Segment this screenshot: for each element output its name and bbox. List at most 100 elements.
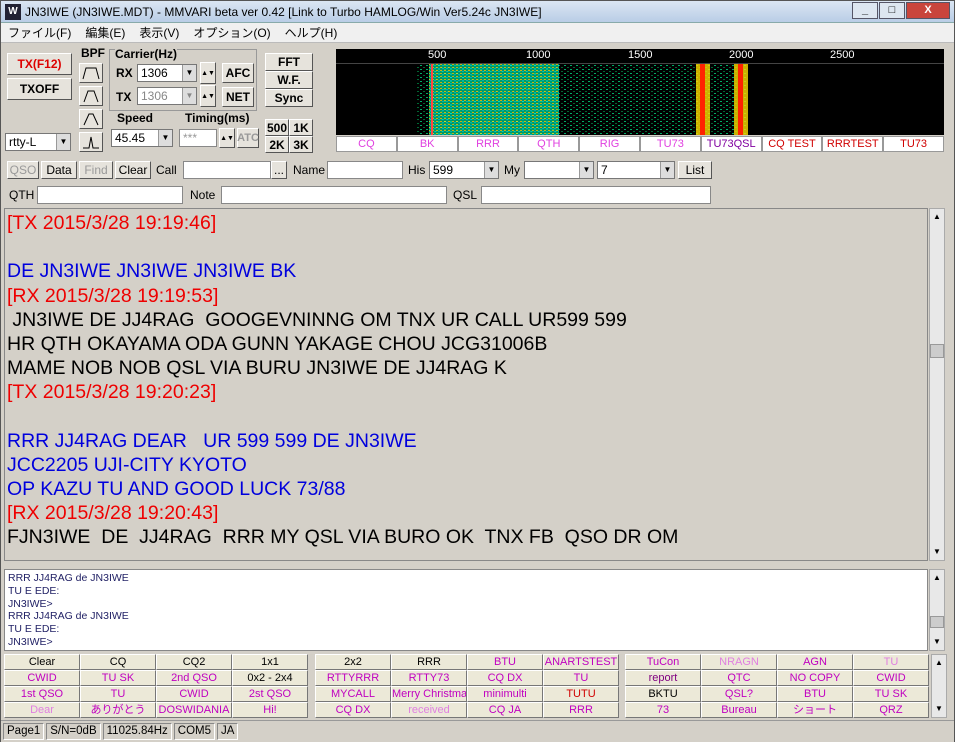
menu-options[interactable]: オプション(O)	[186, 24, 277, 41]
bpf-narrow-button[interactable]	[79, 109, 103, 129]
macro-button[interactable]: RRR	[391, 654, 467, 670]
scroll-thumb[interactable]	[930, 616, 944, 628]
scroll-up-icon[interactable]: ▲	[930, 209, 944, 225]
macro-button[interactable]: MYCALL	[315, 686, 391, 702]
chevron-down-icon[interactable]: ▼	[660, 162, 674, 178]
fft-button[interactable]: FFT	[265, 53, 313, 71]
macro-button[interactable]: BKTU	[625, 686, 701, 702]
receive-text-window[interactable]: [TX 2015/3/28 19:19:46] DE JN3IWE JN3IWE …	[4, 208, 928, 561]
macro-button[interactable]: ありがとう	[80, 702, 156, 718]
scroll-up-icon[interactable]: ▲	[932, 655, 946, 671]
macro-button[interactable]: TU	[80, 686, 156, 702]
afc-button[interactable]: AFC	[222, 63, 254, 83]
macro-button[interactable]: TUTU	[543, 686, 619, 702]
spectrum-macro-button[interactable]: TU73	[883, 136, 944, 152]
menu-edit[interactable]: 編集(E)	[78, 24, 132, 41]
span-2k-button[interactable]: 2K	[265, 136, 289, 153]
macro-button[interactable]: TU	[853, 654, 929, 670]
macro-button[interactable]: TU SK	[853, 686, 929, 702]
span-500-button[interactable]: 500	[265, 119, 289, 136]
chevron-down-icon[interactable]: ▼	[182, 88, 196, 104]
macro-button[interactable]: CQ2	[156, 654, 232, 670]
data-button[interactable]: Data	[41, 161, 77, 179]
qsl-input[interactable]	[481, 186, 711, 204]
sync-button[interactable]: Sync	[265, 89, 313, 107]
macro-button[interactable]: RRR	[543, 702, 619, 718]
macro-button[interactable]: CWID	[156, 686, 232, 702]
spectrum-macro-button[interactable]: RRRTEST	[822, 136, 884, 152]
spectrum-macro-button[interactable]: CQ	[336, 136, 397, 152]
macro-button[interactable]: RTTYRRR	[315, 670, 391, 686]
minimize-button[interactable]: _	[852, 2, 878, 19]
spectrum-macro-button[interactable]: TU73QSL	[700, 136, 762, 152]
macro-button[interactable]: BTU	[777, 686, 853, 702]
macro-button[interactable]: TU	[543, 670, 619, 686]
macro-button[interactable]: ショート	[777, 702, 853, 718]
bpf-wide-button[interactable]	[79, 63, 103, 83]
span-1k-button[interactable]: 1K	[289, 119, 313, 136]
find-button[interactable]: Find	[79, 161, 113, 179]
timing-spin-button[interactable]: ▲▼	[219, 128, 235, 148]
macro-button[interactable]: Hi!	[232, 702, 308, 718]
macro-button[interactable]: QSL?	[701, 686, 777, 702]
qth-input[interactable]	[37, 186, 183, 204]
macro-button[interactable]: received	[391, 702, 467, 718]
txoff-button[interactable]: TXOFF	[7, 78, 72, 100]
macro-button[interactable]: Merry Christmas	[391, 686, 467, 702]
macro-button[interactable]: QRZ	[853, 702, 929, 718]
spectrum-macro-button[interactable]: RRR	[457, 136, 519, 152]
macro-button[interactable]: RTTY73	[391, 670, 467, 686]
his-rst-select[interactable]: 599 ▼	[429, 161, 499, 179]
macro-button[interactable]: Dear	[4, 702, 80, 718]
macro-button[interactable]: 2x2	[315, 654, 391, 670]
macro-button[interactable]: CQ	[80, 654, 156, 670]
scroll-down-icon[interactable]: ▼	[930, 544, 944, 560]
band-select[interactable]: 7 ▼	[597, 161, 675, 179]
rx-spin-button[interactable]: ▲▼	[200, 62, 216, 84]
macro-scrollbar[interactable]: ▲ ▼	[931, 654, 947, 718]
tx-button[interactable]: TX(F12)	[7, 53, 72, 75]
receive-scrollbar[interactable]: ▲ ▼	[929, 208, 945, 561]
close-button[interactable]: X	[906, 2, 950, 19]
wf-button[interactable]: W.F.	[265, 71, 313, 89]
rx-freq-select[interactable]: 1306 ▼	[137, 64, 197, 82]
macro-button[interactable]: 2nd QSO	[156, 670, 232, 686]
tx-freq-select[interactable]: 1306 ▼	[137, 87, 197, 105]
macro-button[interactable]: BTU	[467, 654, 543, 670]
bpf-mid-button[interactable]	[79, 86, 103, 106]
scroll-thumb[interactable]	[930, 344, 944, 358]
macro-button[interactable]: QTC	[701, 670, 777, 686]
spectrum-macro-button[interactable]: QTH	[518, 136, 580, 152]
macro-button[interactable]: 0x2 - 2x4	[232, 670, 308, 686]
spectrum-macro-button[interactable]: BK	[396, 136, 458, 152]
net-button[interactable]: NET	[222, 87, 254, 107]
scroll-down-icon[interactable]: ▼	[932, 701, 946, 717]
clear-button[interactable]: Clear	[115, 161, 151, 179]
macro-button[interactable]: CWID	[853, 670, 929, 686]
name-input[interactable]	[327, 161, 403, 179]
macro-button[interactable]: CQ DX	[467, 670, 543, 686]
chevron-down-icon[interactable]: ▼	[484, 162, 498, 178]
scroll-down-icon[interactable]: ▼	[930, 634, 944, 650]
chevron-down-icon[interactable]: ▼	[579, 162, 593, 178]
my-rst-select[interactable]: ▼	[524, 161, 594, 179]
maximize-button[interactable]: □	[879, 2, 905, 19]
menu-view[interactable]: 表示(V)	[132, 24, 186, 41]
list-button[interactable]: List	[678, 161, 712, 179]
call-lookup-button[interactable]: ...	[271, 161, 287, 179]
span-3k-button[interactable]: 3K	[289, 136, 313, 153]
macro-button[interactable]: Bureau	[701, 702, 777, 718]
macro-button[interactable]: ANARTSTEST	[543, 654, 619, 670]
note-input[interactable]	[221, 186, 447, 204]
chevron-down-icon[interactable]: ▼	[158, 130, 172, 146]
transmit-scrollbar[interactable]: ▲ ▼	[929, 569, 945, 651]
macro-button[interactable]: TuCon	[625, 654, 701, 670]
speed-select[interactable]: 45.45 ▼	[111, 129, 173, 147]
menu-help[interactable]: ヘルプ(H)	[278, 24, 345, 41]
macro-button[interactable]: CQ DX	[315, 702, 391, 718]
macro-button[interactable]: NRAGN	[701, 654, 777, 670]
macro-button[interactable]: report	[625, 670, 701, 686]
macro-button[interactable]: Clear	[4, 654, 80, 670]
chevron-down-icon[interactable]: ▼	[182, 65, 196, 81]
macro-button[interactable]: NO COPY	[777, 670, 853, 686]
